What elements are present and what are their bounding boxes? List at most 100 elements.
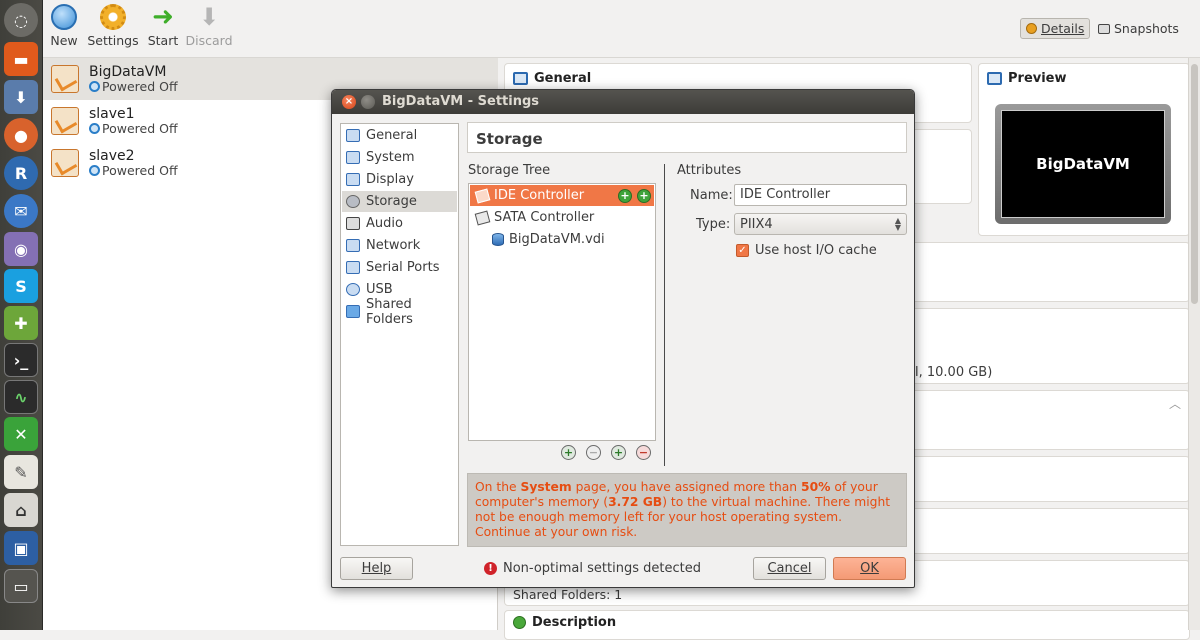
general-icon (513, 72, 528, 85)
vm-name: BigDataVM (89, 64, 167, 80)
general-title[interactable]: General (534, 71, 591, 86)
vm-os-icon (51, 149, 79, 177)
system-chip-icon (346, 151, 360, 164)
firefox-icon[interactable]: ● (4, 118, 38, 152)
virtualbox-icon[interactable]: ▣ (4, 531, 38, 565)
skype-icon[interactable]: S (4, 269, 38, 303)
vm-os-icon (51, 107, 79, 135)
vm-state: Powered Off (89, 121, 178, 136)
storage-disk-size: l, 10.00 GB) (915, 365, 993, 380)
spinner-icon: ▲ ▼ (894, 216, 901, 232)
add-attachment-icon[interactable]: + (611, 445, 626, 460)
cancel-button[interactable]: Cancel (753, 557, 826, 580)
settings-category-list: General System Display Storage Audio Net… (340, 123, 459, 546)
host-io-cache-label[interactable]: Use host I/O cache (755, 243, 877, 258)
category-storage[interactable]: Storage (342, 191, 457, 212)
hard-disk-icon (492, 233, 504, 246)
power-off-icon (89, 81, 100, 92)
minimize-icon[interactable] (361, 95, 375, 109)
ok-button[interactable]: OK (833, 557, 906, 580)
ide-controller-icon (474, 188, 491, 203)
settings-dialog: × BigDataVM - Settings General System Di… (331, 89, 915, 588)
storage-tree: IDE Controller + + SATA Controller BigDa… (468, 183, 656, 441)
main-toolbar: New Settings ➜ Start ⬇ Discard Details S… (43, 0, 1200, 58)
collapse-icon[interactable]: ︿ (1169, 395, 1181, 412)
details-button[interactable]: Details (1020, 18, 1091, 39)
pidgin-icon[interactable]: ◉ (4, 232, 38, 266)
remove-controller-icon[interactable]: − (586, 445, 601, 460)
new-button[interactable]: New (47, 4, 81, 48)
thunderbird-icon[interactable]: ✉ (4, 194, 38, 228)
dialog-titlebar[interactable]: × BigDataVM - Settings (332, 90, 914, 114)
tree-item-sata-controller[interactable]: SATA Controller (470, 207, 654, 228)
system-monitor-icon[interactable]: ∿ (4, 380, 38, 414)
category-general[interactable]: General (342, 125, 457, 146)
description-title[interactable]: Description (532, 615, 616, 630)
vm-os-icon (51, 65, 79, 93)
category-network[interactable]: Network (342, 235, 457, 256)
snapshots-button[interactable]: Snapshots (1093, 18, 1184, 39)
category-display[interactable]: Display (342, 169, 457, 190)
category-system[interactable]: System (342, 147, 457, 168)
terminal-icon[interactable]: ›_ (4, 343, 38, 377)
error-icon: ! (484, 562, 497, 575)
vm-state: Powered Off (89, 163, 178, 178)
shared-folders-count: Shared Folders: 1 (513, 587, 623, 602)
start-button[interactable]: ➜ Start (146, 4, 180, 48)
category-shared-folders[interactable]: Shared Folders (342, 297, 457, 327)
usb-icon (346, 283, 360, 296)
warning-message: On the System page, you have assigned mo… (467, 473, 907, 547)
details-scrollbar[interactable] (1188, 58, 1200, 630)
serial-port-icon (346, 261, 360, 274)
dash-icon[interactable]: ◌ (4, 3, 38, 37)
camera-icon (1098, 23, 1110, 34)
files-icon[interactable]: ▬ (4, 42, 38, 76)
installer-icon[interactable]: ⬇ (4, 80, 38, 114)
x2go-icon[interactable]: ✕ (4, 417, 38, 451)
discard-arrow-icon: ⬇ (198, 3, 220, 31)
r-icon[interactable]: R (4, 156, 38, 190)
lock-icon[interactable]: ⌂ (4, 493, 38, 527)
scrollbar-thumb[interactable] (1191, 64, 1198, 304)
storage-disk-icon (346, 195, 360, 208)
sata-controller-icon (474, 210, 491, 225)
description-icon (513, 616, 526, 629)
vm-name: slave1 (89, 106, 135, 122)
add-hdd-icon[interactable]: + (637, 188, 651, 203)
dialog-title: BigDataVM - Settings (382, 94, 540, 109)
type-label: Type: (696, 217, 731, 232)
details-icon (1026, 23, 1037, 34)
remove-attachment-icon[interactable]: − (636, 445, 651, 460)
power-off-icon (89, 123, 100, 134)
text-editor-icon[interactable]: ✎ (4, 455, 38, 489)
vm-name: slave2 (89, 148, 135, 164)
close-icon[interactable]: × (342, 95, 356, 109)
network-icon (346, 239, 360, 252)
category-serial-ports[interactable]: Serial Ports (342, 257, 457, 278)
description-panel: Description (504, 610, 1190, 640)
controller-type-select[interactable]: PIIX4 ▲ ▼ (734, 213, 907, 235)
storage-tree-label: Storage Tree (468, 163, 551, 178)
host-io-cache-checkbox[interactable]: ✓ (736, 244, 749, 257)
discard-button[interactable]: ⬇ Discard (185, 4, 233, 48)
gear-icon (100, 4, 126, 30)
power-off-icon (89, 165, 100, 176)
add-controller-icon[interactable]: + (561, 445, 576, 460)
folder-icon (346, 305, 360, 318)
tree-item-ide-controller[interactable]: IDE Controller + + (470, 185, 654, 206)
category-audio[interactable]: Audio (342, 213, 457, 234)
status-text: Non-optimal settings detected (503, 561, 701, 576)
puzzle-icon[interactable]: ✚ (4, 306, 38, 340)
status-indicator[interactable]: ! Non-optimal settings detected (484, 561, 701, 576)
controller-name-input[interactable]: IDE Controller (734, 184, 907, 206)
tree-item-disk[interactable]: BigDataVM.vdi (470, 229, 654, 250)
page-title: Storage (467, 122, 907, 153)
workspaces-icon[interactable]: ▭ (4, 569, 38, 603)
preview-title[interactable]: Preview (1008, 71, 1067, 86)
settings-button[interactable]: Settings (87, 4, 139, 48)
splitter[interactable] (664, 164, 665, 466)
launcher: ◌ ▬ ⬇ ● R ✉ ◉ S ✚ ›_ ∿ ✕ ✎ ⌂ ▣ ▭ (0, 0, 43, 630)
add-cd-icon[interactable]: + (618, 188, 632, 203)
preview-icon (987, 72, 1002, 85)
help-button[interactable]: Help (340, 557, 413, 580)
